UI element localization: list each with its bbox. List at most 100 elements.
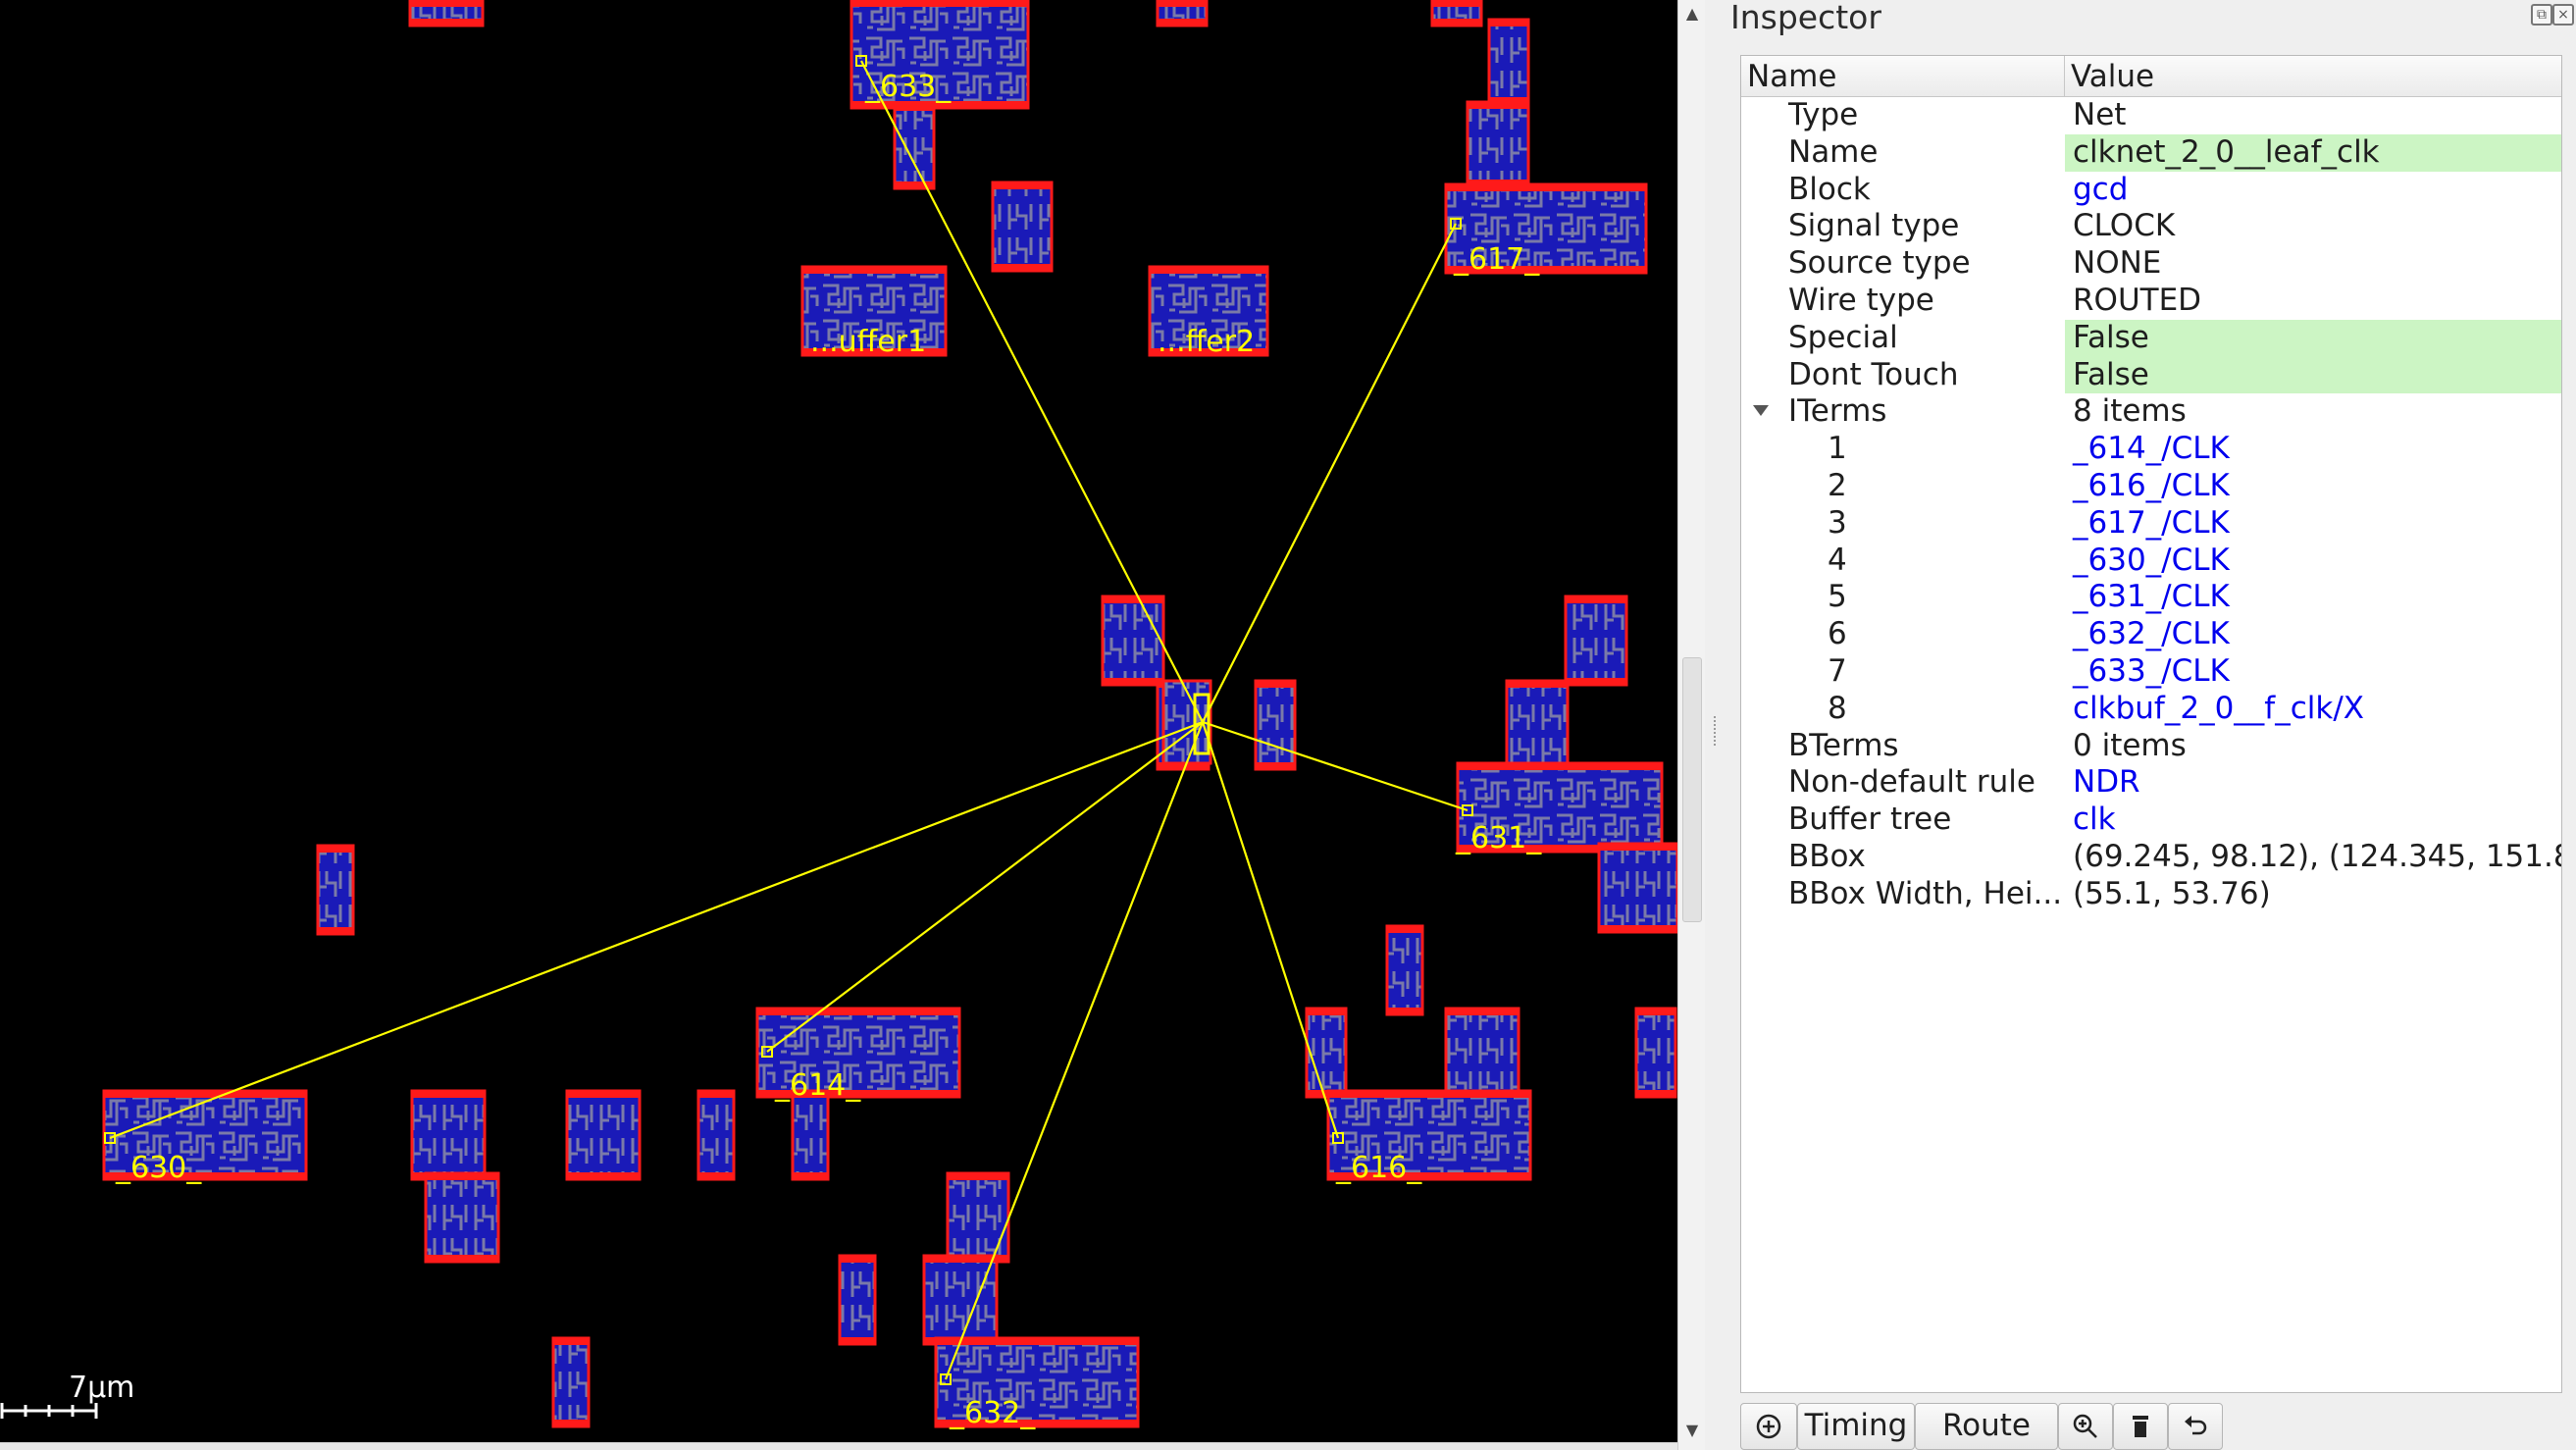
property-row[interactable]: Wire type ROUTED <box>1741 283 2561 320</box>
column-header-value[interactable]: Value <box>2065 56 2561 97</box>
property-row[interactable]: Signal type CLOCK <box>1741 208 2561 245</box>
property-value-link[interactable]: _617_/CLK <box>2065 505 2561 543</box>
route-guides-button[interactable]: Route Guides <box>1915 1403 2058 1450</box>
property-value[interactable]: clknet_2_0__leaf_clk <box>2065 133 2561 172</box>
property-row[interactable]: Source type NONE <box>1741 245 2561 283</box>
property-value-link[interactable]: NDR <box>2065 764 2561 802</box>
std-cell[interactable] <box>551 1336 591 1428</box>
property-row[interactable]: Dont Touch False <box>1741 356 2561 394</box>
scroll-up-arrow-icon[interactable]: ▲ <box>1678 0 1706 27</box>
undo-icon <box>2185 1416 2207 1435</box>
viewer-vertical-scrollbar[interactable]: ▲ ▼ <box>1677 0 1705 1450</box>
property-row[interactable]: BBox Width, Hei... (55.1, 53.76) <box>1741 876 2561 913</box>
std-cell[interactable] <box>410 1089 487 1181</box>
property-row[interactable]: BTerms 0 items <box>1741 728 2561 765</box>
std-cell[interactable] <box>1444 1007 1520 1099</box>
close-dock-icon[interactable]: × <box>2552 4 2574 26</box>
standard-cells <box>102 0 1677 1428</box>
delete-button[interactable] <box>2113 1403 2168 1450</box>
property-row[interactable]: Block gcd <box>1741 172 2561 209</box>
property-value[interactable]: False <box>2065 319 2561 357</box>
property-name: 5 <box>1828 579 1847 615</box>
std-cell[interactable] <box>316 844 355 936</box>
iterm-row[interactable]: 4 _630_/CLK <box>1741 543 2561 580</box>
std-cell[interactable] <box>1505 679 1570 771</box>
tree-header: Name Value <box>1741 56 2561 97</box>
property-value-link[interactable]: clkbuf_2_0__f_clk/X <box>2065 691 2561 728</box>
flyline <box>1201 721 1340 1139</box>
std-cell[interactable] <box>1101 595 1165 687</box>
trash-icon <box>2133 1416 2148 1437</box>
layout-canvas[interactable]: _633_ _617_ ...uffer1 ...ffer2 _631_ _614_ _63… <box>0 0 1677 1442</box>
property-name: Name <box>1788 133 1879 170</box>
iterm-row[interactable]: 5 _631_/CLK <box>1741 579 2561 616</box>
plus-circle-icon <box>1756 1414 1781 1439</box>
layout-viewer[interactable]: _633_ _617_ ...uffer1 ...ffer2 _631_ _614_ _63… <box>0 0 1677 1442</box>
property-value-link[interactable]: clk <box>2065 802 2561 839</box>
property-value[interactable]: False <box>2065 356 2561 394</box>
property-name: 4 <box>1828 542 1847 578</box>
undo-button[interactable] <box>2168 1403 2223 1450</box>
std-cell[interactable] <box>696 1089 736 1181</box>
add-button[interactable] <box>1740 1403 1797 1450</box>
std-cell[interactable] <box>1156 0 1209 27</box>
expand-arrow-icon[interactable] <box>1753 405 1769 417</box>
property-value-link[interactable]: _631_/CLK <box>2065 579 2561 616</box>
flyline <box>109 720 1204 1140</box>
std-cell[interactable] <box>1430 0 1483 27</box>
std-cell[interactable] <box>1564 595 1628 687</box>
iterm-row[interactable]: 7 _633_/CLK <box>1741 653 2561 691</box>
zoom-button[interactable] <box>2058 1403 2113 1450</box>
iterm-row[interactable]: 8 clkbuf_2_0__f_clk/X <box>1741 691 2561 728</box>
std-cell[interactable] <box>991 181 1054 273</box>
std-cell[interactable] <box>408 0 485 27</box>
iterm-row[interactable]: 2 _616_/CLK <box>1741 468 2561 505</box>
property-row[interactable]: ITerms 8 items <box>1741 393 2561 431</box>
std-cell[interactable] <box>1487 18 1530 106</box>
property-value-link[interactable]: _633_/CLK <box>2065 653 2561 691</box>
dock-title: Inspector <box>1730 0 1881 36</box>
property-name: Wire type <box>1788 282 1934 318</box>
float-dock-icon[interactable]: ⧉ <box>2531 4 2552 26</box>
iterm-row[interactable]: 3 _617_/CLK <box>1741 505 2561 543</box>
property-row[interactable]: Type Net <box>1741 97 2561 134</box>
flyline <box>860 60 1204 723</box>
column-header-name[interactable]: Name <box>1741 56 2065 97</box>
viewer-horizontal-scrollbar[interactable] <box>0 1442 1677 1450</box>
property-row[interactable]: Name clknet_2_0__leaf_clk <box>1741 133 2561 172</box>
scroll-down-arrow-icon[interactable]: ▼ <box>1678 1417 1706 1444</box>
property-tree[interactable]: Name Value Type Net Name clknet_2_0__leaf_c… <box>1740 55 2562 1393</box>
std-cell[interactable] <box>791 1089 830 1181</box>
std-cell[interactable] <box>1597 842 1677 934</box>
property-value-link[interactable]: _632_/CLK <box>2065 616 2561 653</box>
property-name: Special <box>1788 319 1898 355</box>
std-cell[interactable] <box>922 1254 999 1346</box>
property-value-link[interactable]: _614_/CLK <box>2065 431 2561 468</box>
std-cell[interactable] <box>1466 100 1530 188</box>
std-cell[interactable] <box>1305 1007 1348 1099</box>
iterm-row[interactable]: 1 _614_/CLK <box>1741 431 2561 468</box>
std-cell[interactable] <box>565 1089 642 1181</box>
property-rows: Type Net Name clknet_2_0__leaf_clk Block gcd S… <box>1741 97 2561 913</box>
property-row[interactable]: Special False <box>1741 319 2561 357</box>
property-row[interactable]: Buffer tree clk <box>1741 802 2561 839</box>
std-cell[interactable] <box>1634 1007 1677 1099</box>
iterm-row[interactable]: 6 _632_/CLK <box>1741 616 2561 653</box>
instance-label: ...uffer1 <box>810 325 926 359</box>
std-cell[interactable] <box>893 102 936 190</box>
property-name: 2 <box>1828 467 1847 503</box>
property-value-link[interactable]: gcd <box>2065 172 2561 209</box>
std-cell[interactable] <box>1385 924 1424 1016</box>
timing-button[interactable]: Timing <box>1797 1403 1915 1450</box>
std-cell[interactable] <box>946 1171 1010 1264</box>
dock-splitter[interactable] <box>1705 0 1726 1450</box>
property-value-link[interactable]: _616_/CLK <box>2065 468 2561 505</box>
std-cell[interactable] <box>424 1171 500 1264</box>
property-row[interactable]: Non-default rule NDR <box>1741 764 2561 802</box>
scrollbar-thumb[interactable] <box>1682 657 1702 922</box>
std-cell[interactable] <box>838 1254 877 1346</box>
property-value-link[interactable]: _630_/CLK <box>2065 543 2561 580</box>
property-row[interactable]: BBox (69.245, 98.12), (124.345, 151.88) <box>1741 839 2561 876</box>
std-cell[interactable] <box>1254 679 1297 771</box>
instance-label: ...ffer2 <box>1158 325 1255 359</box>
